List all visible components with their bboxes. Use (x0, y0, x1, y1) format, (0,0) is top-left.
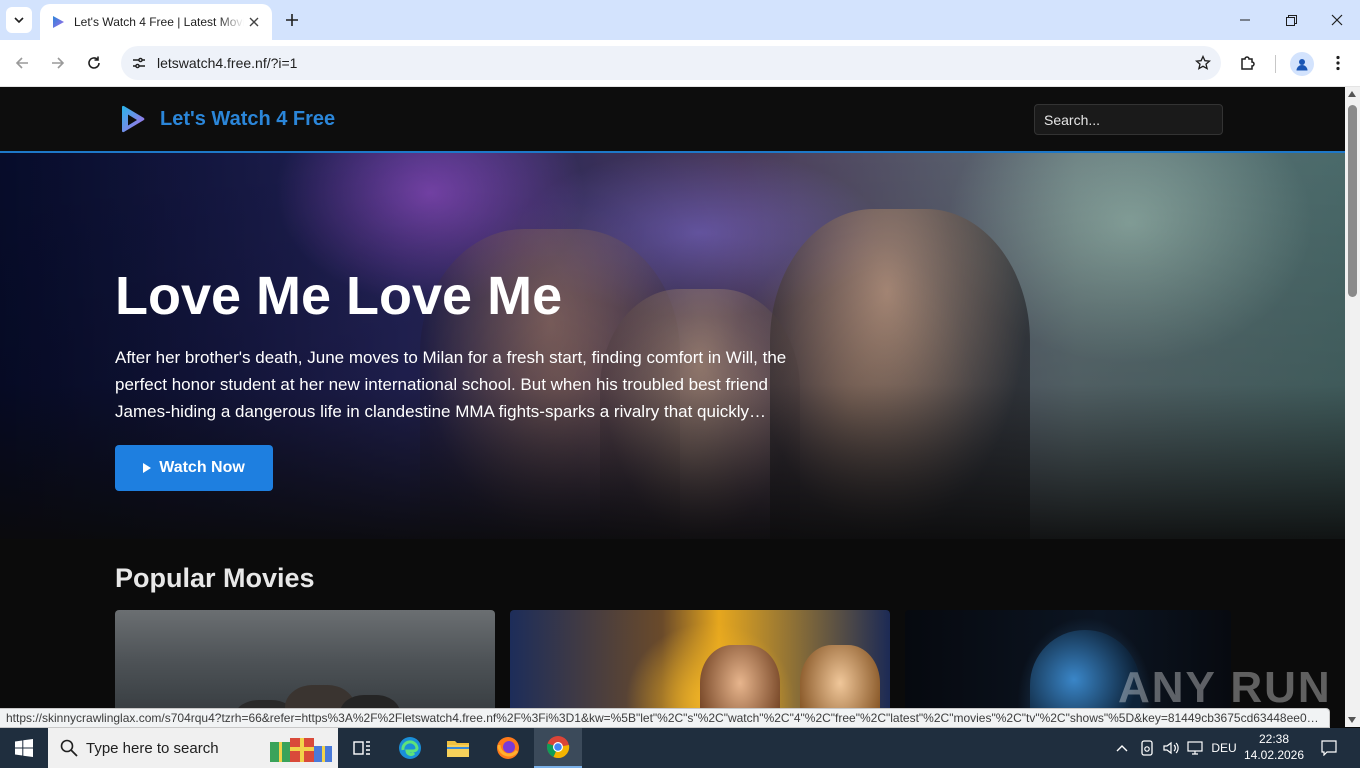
site-info-button[interactable] (129, 53, 149, 73)
site-favicon-icon (53, 16, 64, 28)
start-button[interactable] (0, 728, 48, 768)
play-icon (143, 463, 152, 473)
chevron-down-icon (14, 17, 24, 24)
clock-date: 14.02.2026 (1243, 748, 1305, 762)
tab-search-button[interactable] (6, 7, 32, 33)
hero-title: Love Me Love Me (115, 266, 563, 326)
taskbar-firefox-button[interactable] (484, 728, 532, 768)
watch-now-label: Watch Now (159, 459, 245, 476)
reload-icon (88, 56, 100, 69)
puzzle-icon (1241, 56, 1255, 70)
taskbar-chrome-button[interactable] (534, 728, 582, 768)
profile-button[interactable] (1290, 52, 1314, 76)
new-tab-button[interactable] (280, 8, 304, 32)
tune-icon (133, 57, 145, 69)
chevron-up-icon (1116, 745, 1128, 752)
minimize-icon (1240, 19, 1250, 21)
windows-taskbar: Type here to search DEU 22:38 14.02.2026 (0, 728, 1360, 768)
device-icon (1141, 740, 1153, 756)
watch-now-button[interactable]: Watch Now (115, 445, 273, 491)
site-header: Let's Watch 4 Free (0, 87, 1345, 153)
gift-boxes-icon (270, 738, 332, 762)
page-viewport: Let's Watch 4 Free Love Me Love Me After… (0, 87, 1345, 727)
taskbar-search-box[interactable]: Type here to search (48, 728, 338, 768)
chrome-icon (546, 736, 570, 759)
scroll-up-arrow-icon[interactable] (1348, 91, 1356, 97)
tray-network-button[interactable] (1184, 728, 1206, 768)
tab-title: Let's Watch 4 Free | Latest Movies & TV … (74, 15, 244, 29)
search-icon (60, 739, 78, 757)
browser-menu-button[interactable] (1324, 49, 1352, 77)
extensions-button[interactable] (1234, 49, 1262, 77)
site-logo-text[interactable]: Let's Watch 4 Free (160, 108, 335, 131)
taskbar-clock[interactable]: 22:38 14.02.2026 (1242, 731, 1306, 763)
scroll-thumb[interactable] (1348, 105, 1357, 297)
star-icon (1195, 55, 1211, 70)
browser-toolbar: letswatch4.free.nf/?i=1 (0, 40, 1360, 87)
hero-description: After her brother's death, June moves to… (115, 348, 787, 421)
plus-icon (286, 14, 298, 26)
anyrun-watermark: ANY RUN (1118, 663, 1332, 712)
edge-icon (399, 737, 421, 759)
notification-icon (1321, 740, 1337, 756)
arrow-right-icon (52, 57, 65, 69)
site-search-input[interactable] (1034, 104, 1223, 135)
network-icon (1187, 741, 1203, 755)
toolbar-separator (1275, 55, 1276, 73)
browser-tab-bar: Let's Watch 4 Free | Latest Movies & TV … (0, 0, 1360, 40)
page-scrollbar[interactable] (1345, 87, 1360, 727)
restore-icon (1285, 14, 1297, 26)
popular-movies-heading: Popular Movies (115, 563, 315, 593)
task-view-button[interactable] (338, 728, 386, 768)
taskbar-edge-button[interactable] (386, 728, 434, 768)
tab-close-button[interactable] (244, 12, 264, 32)
task-view-icon (353, 741, 370, 755)
window-close-button[interactable] (1314, 0, 1360, 40)
back-button[interactable] (8, 49, 36, 77)
forward-button[interactable] (44, 49, 72, 77)
more-vertical-icon (1336, 55, 1340, 71)
person-icon (1296, 59, 1308, 71)
speaker-icon (1163, 741, 1179, 755)
hero-banner: Love Me Love Me After her brother's deat… (0, 153, 1345, 539)
tray-language-indicator[interactable]: DEU (1208, 728, 1240, 768)
windows-logo-icon (15, 739, 33, 757)
link-status-bubble: https://skinnycrawlinglax.com/s704rqu4?t… (0, 708, 1330, 728)
firefox-icon (497, 737, 519, 759)
address-bar-url: letswatch4.free.nf/?i=1 (157, 55, 298, 71)
taskbar-search-placeholder: Type here to search (86, 739, 219, 757)
clock-time: 22:38 (1258, 732, 1290, 746)
tray-meet-button[interactable] (1136, 728, 1158, 768)
browser-tab-active[interactable]: Let's Watch 4 Free | Latest Movies & TV … (40, 4, 272, 40)
play-logo-icon[interactable] (116, 104, 148, 136)
address-bar[interactable]: letswatch4.free.nf/?i=1 (121, 46, 1221, 80)
bookmark-button[interactable] (1193, 53, 1213, 73)
taskbar-file-explorer-button[interactable] (434, 728, 482, 768)
scroll-down-arrow-icon[interactable] (1348, 717, 1356, 723)
window-minimize-button[interactable] (1222, 0, 1268, 40)
arrow-left-icon (15, 57, 28, 69)
tray-overflow-button[interactable] (1112, 728, 1132, 768)
reload-button[interactable] (80, 49, 108, 77)
window-maximize-button[interactable] (1268, 0, 1314, 40)
notification-center-button[interactable] (1314, 728, 1344, 768)
close-icon (1331, 14, 1343, 26)
close-icon (249, 17, 259, 27)
tray-volume-button[interactable] (1160, 728, 1182, 768)
folder-icon (447, 741, 469, 757)
